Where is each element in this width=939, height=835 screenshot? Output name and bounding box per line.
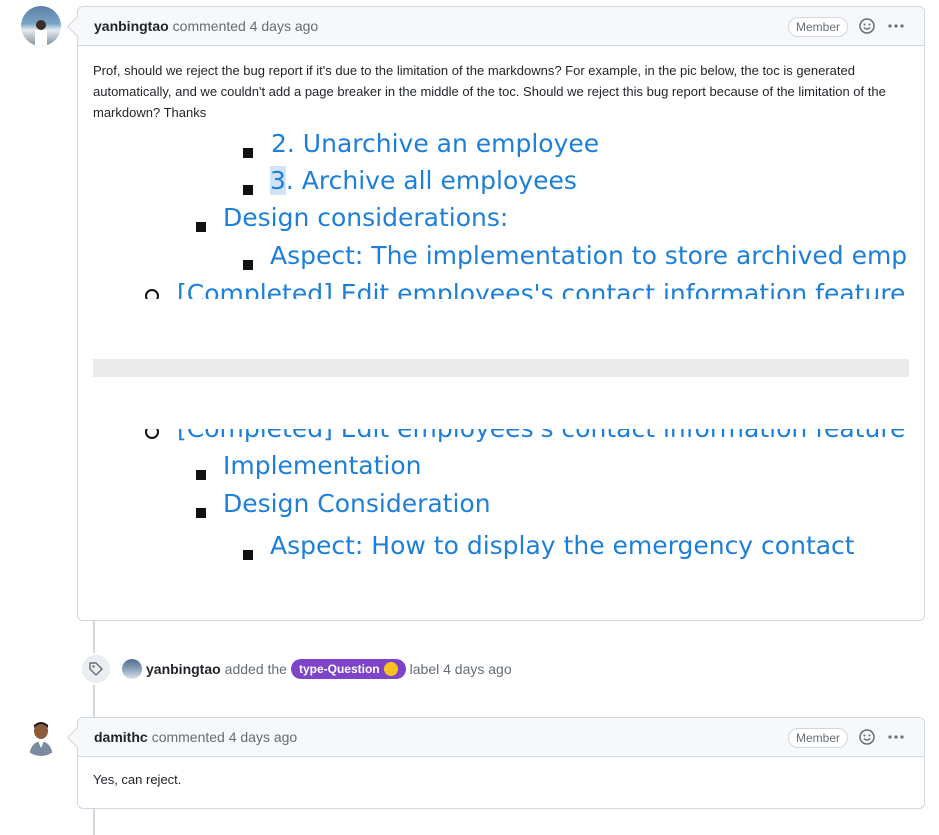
toc-item: [Completed] Edit employees's contact inf… bbox=[177, 281, 906, 299]
event-text: added the bbox=[224, 661, 287, 677]
comment: damithc commented 4 days ago Member Yes,… bbox=[66, 717, 925, 809]
toc-item: [Completed] Edit employees's contact inf… bbox=[177, 429, 905, 443]
avatar[interactable] bbox=[122, 659, 142, 679]
label-badge[interactable]: type-Question bbox=[290, 659, 406, 679]
smiley-icon[interactable] bbox=[857, 727, 877, 747]
toc-item: 2. Unarchive an employee bbox=[271, 131, 600, 158]
kebab-horizontal-icon[interactable] bbox=[886, 727, 906, 747]
event-author[interactable]: yanbingtao bbox=[146, 661, 221, 677]
comment-timestamp[interactable]: commented 4 days ago bbox=[152, 729, 298, 745]
comment-timestamp[interactable]: commented 4 days ago bbox=[173, 18, 319, 34]
bullet bbox=[196, 508, 206, 518]
member-badge: Member bbox=[787, 728, 848, 748]
comment-author[interactable]: yanbingtao bbox=[94, 18, 169, 34]
bullet bbox=[243, 260, 253, 270]
toc-item-text: . Archive all employees bbox=[285, 166, 577, 195]
bullet bbox=[145, 429, 159, 439]
bullet bbox=[243, 550, 253, 560]
clipped-row: [Completed] Edit employees's contact inf… bbox=[93, 281, 909, 299]
bullet bbox=[243, 185, 253, 195]
tag-icon bbox=[80, 653, 112, 685]
toc-item: Aspect: How to display the emergency con… bbox=[270, 531, 855, 560]
avatar[interactable] bbox=[21, 6, 61, 46]
comment-header: damithc commented 4 days ago Member bbox=[78, 718, 924, 757]
toc-item: 3. Archive all employees bbox=[270, 166, 577, 195]
toc-item: Implementation bbox=[223, 451, 422, 480]
bullet bbox=[196, 470, 206, 480]
comment-body: Prof, should we reject the bug report if… bbox=[93, 63, 886, 120]
toc-item: Aspect: The implementation to store arch… bbox=[270, 241, 909, 270]
clipped-row: [Completed] Edit employees's contact inf… bbox=[93, 429, 909, 447]
comment-body: Yes, can reject. bbox=[93, 772, 182, 787]
page-break-gap bbox=[93, 359, 909, 377]
toc-item: Design Consideration bbox=[223, 489, 491, 518]
member-badge: Member bbox=[787, 17, 848, 37]
embedded-screenshot: 2. Unarchive an employee 3. Archive all … bbox=[93, 131, 909, 591]
bullet bbox=[243, 148, 253, 158]
timeline-line bbox=[93, 808, 95, 835]
toc-highlight: 3 bbox=[270, 166, 286, 195]
toc-item: Design considerations: bbox=[223, 203, 509, 232]
label-name: type-Question bbox=[298, 662, 380, 676]
comment-author[interactable]: damithc bbox=[94, 729, 148, 745]
comment-header: yanbingtao commented 4 days ago Member bbox=[78, 7, 924, 46]
bullet bbox=[145, 289, 159, 299]
label-event: yanbingtao added the type-Question label… bbox=[80, 653, 512, 685]
comment: yanbingtao commented 4 days ago Member P… bbox=[66, 6, 925, 621]
smiley-icon[interactable] bbox=[857, 16, 877, 36]
thinking-emoji-icon bbox=[383, 662, 398, 676]
event-text: label 4 days ago bbox=[409, 661, 512, 677]
avatar[interactable] bbox=[21, 716, 61, 756]
kebab-horizontal-icon[interactable] bbox=[886, 16, 906, 36]
bullet bbox=[196, 222, 206, 232]
